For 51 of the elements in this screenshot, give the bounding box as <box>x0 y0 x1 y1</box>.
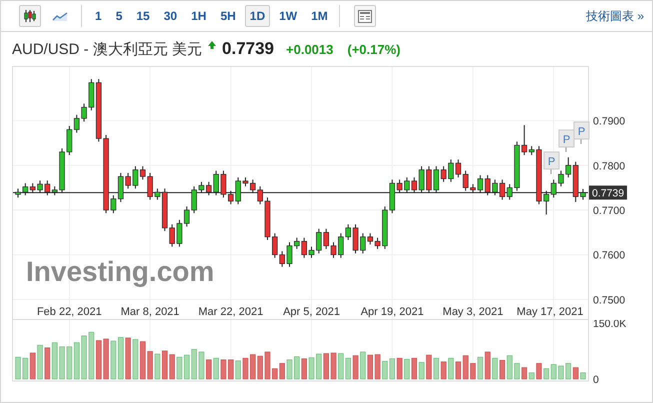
last-price: 0.7739 <box>222 39 274 59</box>
area-chart-icon <box>52 10 68 22</box>
technical-chart-link[interactable]: 技術圖表 » <box>586 8 644 24</box>
price-change: +0.0013 <box>286 42 334 56</box>
date-axis-label: Apr 19, 2021 <box>360 306 424 318</box>
volume-axis-label: 0 <box>593 374 599 386</box>
interval-button[interactable]: 1M <box>306 5 333 27</box>
date-axis-label: May 17, 2021 <box>516 306 584 318</box>
date-axis-label: Mar 8, 2021 <box>120 306 180 318</box>
price-axis-label: 0.7700 <box>593 205 626 218</box>
candle <box>308 246 314 258</box>
volume-axis-label: 150.0K <box>593 320 626 330</box>
investing-logo: Investing.com <box>26 256 214 287</box>
candle <box>59 148 65 194</box>
candle <box>352 224 358 254</box>
interval-button[interactable]: 1H <box>186 5 212 27</box>
price-axis-label: 0.7900 <box>593 116 626 128</box>
candle <box>558 170 564 187</box>
date-axis-label: Mar 22, 2021 <box>198 306 264 318</box>
date-axis-label: May 3, 2021 <box>442 306 504 318</box>
candle <box>37 180 43 194</box>
candle <box>580 188 586 200</box>
layout-button[interactable] <box>354 5 376 27</box>
ref-line-label: 0.7739 <box>592 188 624 200</box>
candle <box>330 242 336 258</box>
price-axis-label: 0.7800 <box>593 160 626 172</box>
layout-icon <box>358 10 372 22</box>
date-axis-label: Feb 22, 2021 <box>36 306 102 318</box>
price-axis-label: 0.7600 <box>593 250 626 262</box>
interval-button[interactable]: 1D <box>244 5 270 27</box>
candle <box>242 176 248 187</box>
interval-button[interactable]: 15 <box>131 5 155 27</box>
candle <box>286 242 292 268</box>
chart-type-button[interactable] <box>19 5 41 27</box>
candle <box>374 237 380 250</box>
candle <box>514 141 520 192</box>
candle <box>264 197 270 240</box>
date-axis-label: Apr 5, 2021 <box>283 306 340 318</box>
price-axis-label: 0.7500 <box>593 294 626 306</box>
current-price-tag: 0.7739 <box>589 186 627 200</box>
candle <box>15 188 21 198</box>
interval-button[interactable]: 1W <box>274 5 302 27</box>
candlestick-icon <box>23 9 37 23</box>
interval-button[interactable]: 5 <box>110 5 128 27</box>
interval-button[interactable]: 30 <box>158 5 182 27</box>
candle <box>536 146 542 205</box>
interval-button[interactable]: 5H <box>215 5 241 27</box>
interval-button[interactable]: 1 <box>90 5 107 27</box>
candle <box>81 103 87 122</box>
percent-change: (+0.17%) <box>347 42 400 56</box>
instrument-title: AUD/USD - 澳大利亞元 美元 <box>12 40 202 58</box>
